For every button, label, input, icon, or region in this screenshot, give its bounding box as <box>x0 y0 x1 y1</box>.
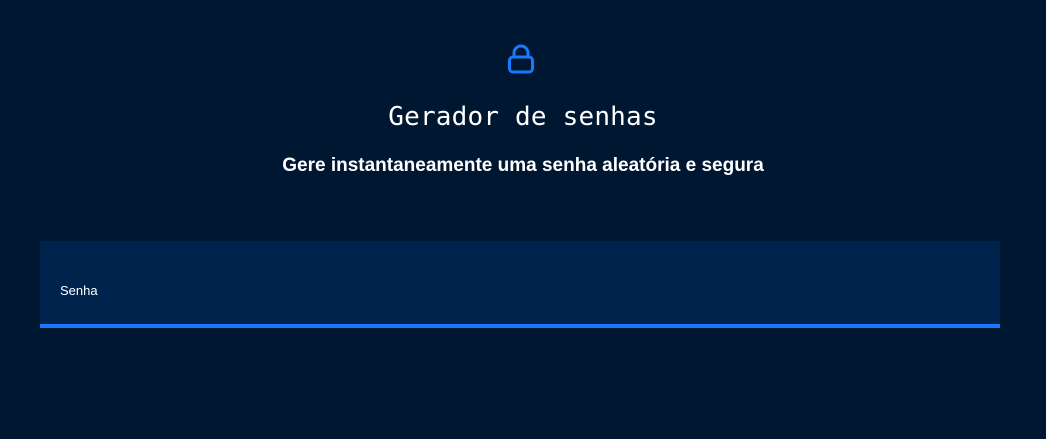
password-input[interactable] <box>60 251 980 275</box>
page-title: Gerador de senhas <box>388 102 658 132</box>
password-field[interactable]: Senha <box>40 241 1000 328</box>
page-subtitle: Gere instantaneamente uma senha aleatóri… <box>282 155 764 176</box>
password-label: Senha <box>60 283 98 298</box>
lock-icon <box>508 44 534 74</box>
